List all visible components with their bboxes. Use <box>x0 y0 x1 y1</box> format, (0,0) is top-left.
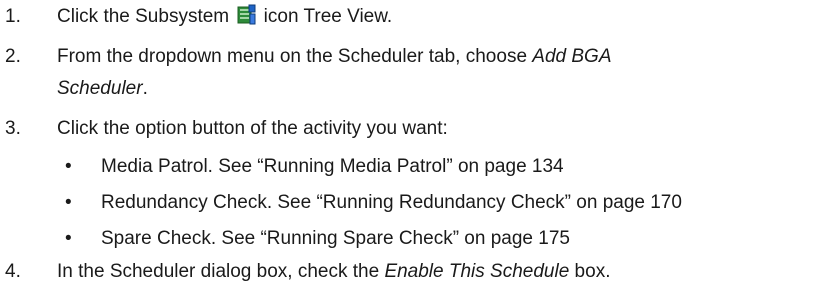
step-text: Click the option button of the activity … <box>57 118 448 139</box>
emphasis-text: Scheduler <box>57 78 143 99</box>
step-text-part: . <box>142 78 148 99</box>
bullet-text: Spare Check. See “Running Spare Check” o… <box>101 228 570 249</box>
bullet-text: Redundancy Check. See “Running Redundanc… <box>101 192 682 213</box>
bullet-marker: • <box>65 156 72 177</box>
step-text-part: From the dropdown menu on the Scheduler … <box>57 46 533 67</box>
step-text: In the Scheduler dialog box, check the E… <box>57 256 610 288</box>
step-text-part: icon Tree View. <box>258 6 393 27</box>
bullet-marker: • <box>65 192 72 213</box>
step-text: From the dropdown menu on the Scheduler … <box>57 41 612 73</box>
step-text-part: box. <box>569 261 611 282</box>
bullet-text: Media Patrol. See “Running Media Patrol”… <box>101 156 564 177</box>
step-number: 4. <box>5 261 21 282</box>
step-number: 3. <box>5 118 21 139</box>
step-text-part: In the Scheduler dialog box, check the <box>57 261 385 282</box>
step-number: 1. <box>5 6 21 27</box>
subsystem-icon <box>236 4 256 26</box>
emphasis-text: Enable This Schedule <box>384 261 570 282</box>
emphasis-text: Add BGA <box>532 46 612 67</box>
step-text-part: Click the Subsystem <box>57 6 235 27</box>
bullet-marker: • <box>65 228 72 249</box>
step-number: 2. <box>5 46 21 67</box>
step-text: Scheduler. <box>57 73 148 105</box>
step-text: Click the Subsystem icon Tree View. <box>57 1 392 33</box>
